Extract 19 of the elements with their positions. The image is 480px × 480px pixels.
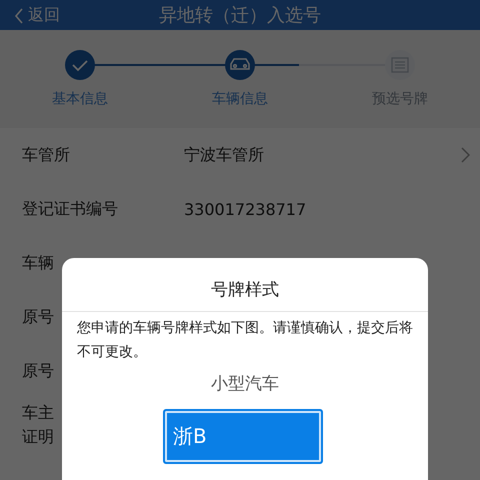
field-label: 登记证书编号 <box>22 198 118 220</box>
field-value: 330017238717 <box>184 200 308 218</box>
license-plate: 浙B <box>163 409 323 464</box>
field-label: 车辆 <box>22 252 54 274</box>
field-label: 车主 <box>22 402 54 424</box>
dialog-title: 号牌样式 <box>62 258 428 312</box>
step-label: 基本信息 <box>52 90 108 108</box>
field-label: 原号 <box>22 360 54 382</box>
field-label: 证明 <box>22 426 54 448</box>
back-icon <box>14 8 24 24</box>
vehicle-type: 小型汽车 <box>210 373 280 395</box>
back-button[interactable]: 返回 <box>14 5 60 26</box>
field-value: 宁波车管所 <box>184 144 265 166</box>
step-label: 车辆信息 <box>212 90 268 108</box>
chevron-right-icon[interactable] <box>461 147 470 163</box>
field-label: 原号 <box>22 306 54 328</box>
dialog-message: 您申请的车辆号牌样式如下图。请谨慎确认，提交后将不可更改。 <box>76 319 414 362</box>
field-label: 车管所 <box>22 144 70 166</box>
page-title: 异地转（迁）入选号 <box>159 5 321 26</box>
